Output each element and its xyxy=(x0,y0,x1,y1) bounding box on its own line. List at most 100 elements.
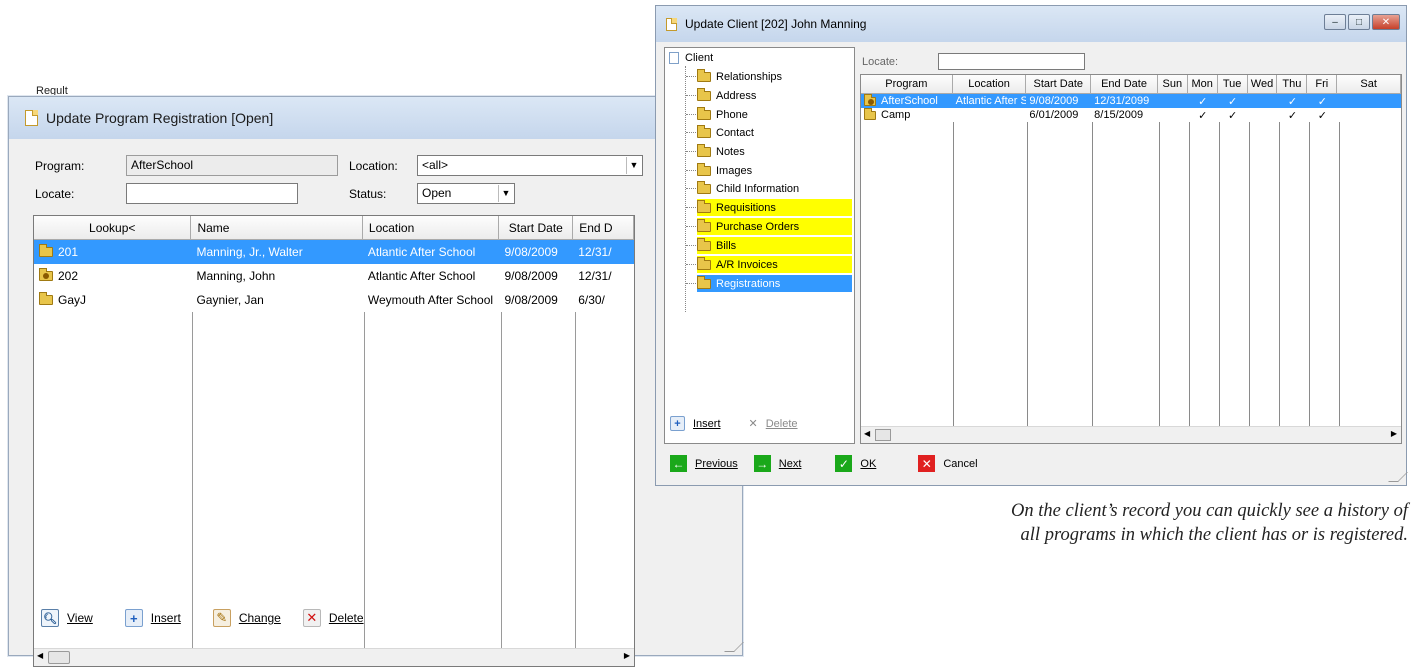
chevron-down-icon[interactable]: ▼ xyxy=(626,157,641,174)
cell-thu: ✓ xyxy=(1287,95,1298,108)
window-title: Update Program Registration [Open] xyxy=(46,110,274,126)
window-titlebar[interactable]: Update Client [202] John Manning – □ ✕ xyxy=(656,6,1406,42)
scrollbar-thumb[interactable] xyxy=(48,651,70,664)
cell-end-date: 6/30/ xyxy=(578,293,605,307)
table-row[interactable]: 202 Manning, John Atlantic After School … xyxy=(34,264,634,288)
plus-icon: + xyxy=(670,416,685,431)
folder-icon xyxy=(697,256,711,270)
tree-item-phone[interactable]: Phone xyxy=(697,106,748,123)
resize-grip[interactable] xyxy=(1388,472,1408,482)
table-row[interactable]: Camp 6/01/2009 8/15/2009 ✓ ✓ ✓ ✓ xyxy=(861,108,1401,122)
folder-icon xyxy=(697,87,711,101)
maximize-icon[interactable]: □ xyxy=(1348,14,1370,30)
column-divider xyxy=(1279,122,1280,426)
tree-item-child-information[interactable]: Child Information xyxy=(697,180,799,197)
view-button[interactable]: 🔍︎ View xyxy=(41,609,93,627)
column-divider xyxy=(192,312,193,648)
table-row[interactable]: 201 Manning, Jr., Walter Atlantic After … xyxy=(34,240,634,264)
tree-item-address[interactable]: Address xyxy=(697,87,756,104)
table-row[interactable]: AfterSchool Atlantic After Sc 9/08/2009 … xyxy=(861,94,1401,108)
column-header-mon[interactable]: Mon xyxy=(1187,75,1218,93)
locate-label: Locate: xyxy=(862,55,899,68)
column-divider xyxy=(1339,122,1340,426)
column-header-tue[interactable]: Tue xyxy=(1217,75,1248,93)
tree-item-bills[interactable]: Bills xyxy=(697,237,852,254)
client-registrations-table: Program Location Start Date End Date Sun… xyxy=(860,74,1402,444)
column-header-location[interactable]: Location xyxy=(952,75,1027,93)
ok-button[interactable]: ✓ OK xyxy=(835,455,876,472)
chevron-down-icon[interactable]: ▼ xyxy=(498,185,513,202)
pencil-icon: ✎ xyxy=(212,609,231,627)
table-row[interactable]: GayJ Gaynier, Jan Weymouth After School … xyxy=(34,288,634,312)
tree-delete-button[interactable]: ✕ Delete xyxy=(748,417,798,431)
column-divider xyxy=(575,312,576,648)
horizontal-scrollbar[interactable]: ◀ ▶ xyxy=(34,648,634,666)
status-label: Status: xyxy=(349,186,387,201)
scroll-right-icon[interactable]: ▶ xyxy=(1391,429,1397,438)
column-header-end-date[interactable]: End D xyxy=(573,216,634,239)
scroll-left-icon[interactable]: ◀ xyxy=(864,429,870,438)
scroll-right-icon[interactable]: ▶ xyxy=(624,651,630,660)
column-divider xyxy=(1219,122,1220,426)
column-header-thu[interactable]: Thu xyxy=(1277,75,1308,93)
tree-item-images[interactable]: Images xyxy=(697,162,752,179)
scrollbar-thumb[interactable] xyxy=(875,429,891,441)
tree-insert-button[interactable]: + Insert xyxy=(670,416,721,431)
tree-item-registrations[interactable]: Registrations xyxy=(697,275,852,292)
tree-item-requisitions[interactable]: Requisitions xyxy=(697,199,852,216)
checkmark-icon: ✓ xyxy=(835,455,853,472)
scroll-left-icon[interactable]: ◀ xyxy=(37,651,43,660)
column-header-name[interactable]: Name xyxy=(191,216,363,239)
cell-thu: ✓ xyxy=(1287,109,1298,122)
column-divider xyxy=(1249,122,1250,426)
column-header-end-date[interactable]: End Date xyxy=(1091,75,1158,93)
location-select[interactable]: <all> ▼ xyxy=(417,155,643,176)
minimize-icon[interactable]: – xyxy=(1324,14,1346,30)
tree-item-relationships[interactable]: Relationships xyxy=(697,68,782,85)
column-header-location[interactable]: Location xyxy=(362,216,500,239)
change-button[interactable]: ✎ Change xyxy=(212,609,281,627)
column-header-lookup[interactable]: Lookup< xyxy=(34,216,192,239)
column-header-sat[interactable]: Sat xyxy=(1337,75,1401,93)
locate-input[interactable] xyxy=(126,183,298,204)
folder-icon xyxy=(697,68,711,82)
next-button[interactable]: → Next xyxy=(753,455,801,472)
tree-item-client[interactable]: Client xyxy=(669,49,713,66)
column-header-program[interactable]: Program xyxy=(861,75,953,93)
table-header: Program Location Start Date End Date Sun… xyxy=(861,75,1401,94)
tree-item-contact[interactable]: Contact xyxy=(697,124,754,141)
column-header-fri[interactable]: Fri xyxy=(1307,75,1338,93)
tree-item-notes[interactable]: Notes xyxy=(697,143,745,160)
view-label: View xyxy=(67,611,93,625)
tree-connector xyxy=(685,66,686,312)
cell-name: Manning, John xyxy=(196,269,276,283)
delete-button[interactable]: ✕ Delete xyxy=(302,609,364,627)
caption-line-2: all programs in which the client has or … xyxy=(1020,525,1408,545)
status-select[interactable]: Open ▼ xyxy=(417,183,515,204)
previous-button[interactable]: ← Previous xyxy=(670,455,738,472)
horizontal-scrollbar[interactable]: ◀ ▶ xyxy=(861,426,1401,443)
close-icon[interactable]: ✕ xyxy=(1372,14,1400,30)
column-header-start-date[interactable]: Start Date xyxy=(1026,75,1092,93)
window-titlebar[interactable]: Update Program Registration [Open] xyxy=(9,97,742,139)
cancel-button[interactable]: ✕ Cancel xyxy=(918,455,978,472)
update-client-window: Update Client [202] John Manning – □ ✕ C… xyxy=(655,5,1408,486)
locate-label: Locate: xyxy=(35,186,75,201)
tree-item-purchase-orders[interactable]: Purchase Orders xyxy=(697,218,852,235)
cell-program: Camp xyxy=(881,109,911,121)
locate-input[interactable] xyxy=(938,53,1085,70)
column-header-start-date[interactable]: Start Date xyxy=(499,216,574,239)
tree-item-ar-invoices[interactable]: A/R Invoices xyxy=(697,256,852,273)
cell-mon: ✓ xyxy=(1198,95,1208,108)
folder-icon xyxy=(697,162,711,176)
cell-location: Atlantic After School xyxy=(367,269,476,283)
column-header-wed[interactable]: Wed xyxy=(1247,75,1278,93)
folder-icon xyxy=(697,106,711,120)
delete-x-icon: ✕ xyxy=(748,418,758,430)
column-header-sun[interactable]: Sun xyxy=(1157,75,1188,93)
folder-icon xyxy=(697,199,711,213)
update-program-registration-window: Update Program Registration [Open] Progr… xyxy=(8,96,744,667)
column-divider xyxy=(1092,122,1093,426)
insert-button[interactable]: + Insert xyxy=(124,609,181,627)
cell-lookup: 201 xyxy=(58,245,79,259)
